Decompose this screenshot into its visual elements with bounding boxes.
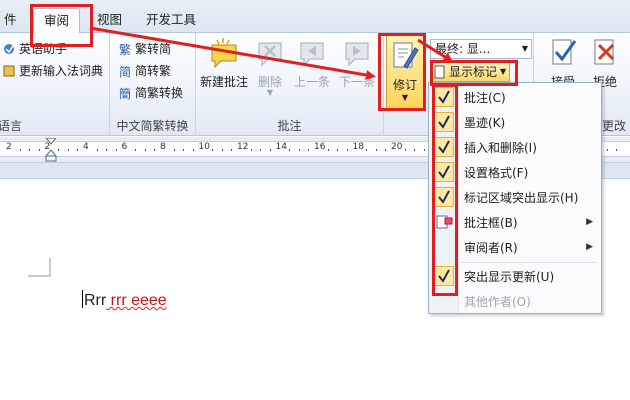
- annotation-arrows: [89, 26, 454, 80]
- arrow-to-show-markup: [417, 38, 454, 63]
- arrow-to-track-changes: [89, 26, 376, 80]
- word-window: 件 审阅 视图 开发工具 英语助手 更新输入法词典 语言 繁 繁转简 简 简转繁…: [0, 0, 630, 400]
